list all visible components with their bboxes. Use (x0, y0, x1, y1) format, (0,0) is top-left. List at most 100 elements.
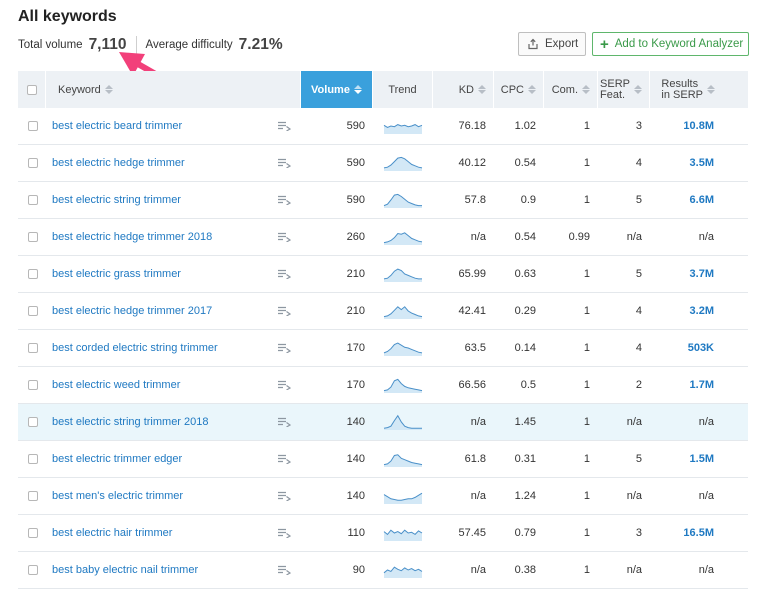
keywords-table: Keyword Volume Trend KD CPC Com. SERP Fe… (18, 71, 748, 589)
row-select[interactable] (18, 441, 46, 477)
row-select[interactable] (18, 478, 46, 514)
table-row: best electric hedge trimmer 2017 210 42.41… (18, 293, 748, 330)
com-column-label: Com. (551, 83, 578, 96)
serp-button[interactable] (268, 515, 301, 551)
serp-button[interactable] (268, 330, 301, 366)
serp-button[interactable] (268, 182, 301, 218)
keyword-link[interactable]: best corded electric string trimmer (46, 342, 218, 354)
row-checkbox[interactable] (28, 417, 38, 427)
keyword-link[interactable]: best electric trimmer edger (46, 453, 182, 465)
row-select[interactable] (18, 515, 46, 551)
serp-button[interactable] (268, 404, 301, 440)
table-row: best electric weed trimmer 170 66.56 0.5 1 2 1… (18, 367, 748, 404)
keyword-link[interactable]: best electric grass trimmer (46, 268, 181, 280)
keyword-link[interactable]: best baby electric nail trimmer (46, 564, 198, 576)
serp-button[interactable] (268, 441, 301, 477)
serp-button[interactable] (268, 367, 301, 403)
trend-sparkline (383, 378, 423, 393)
row-checkbox[interactable] (28, 195, 38, 205)
serp-button[interactable] (268, 108, 301, 144)
keyword-link[interactable]: best electric hair trimmer (46, 527, 172, 539)
serp-button[interactable] (268, 552, 301, 588)
export-button[interactable]: Export (518, 32, 586, 56)
table-row: best electric hair trimmer 110 57.45 0.79 1 3… (18, 515, 748, 552)
trend-cell (373, 404, 433, 440)
results-cell[interactable]: 3.5M (690, 157, 714, 169)
trend-area (384, 157, 422, 171)
keyword-link[interactable]: best electric hedge trimmer 2018 (46, 231, 212, 243)
header-com[interactable]: Com. (544, 71, 598, 108)
serp-button[interactable] (268, 145, 301, 181)
serp-list-icon (278, 491, 291, 501)
row-checkbox[interactable] (28, 158, 38, 168)
header-keyword[interactable]: Keyword (46, 71, 301, 108)
keyword-link[interactable]: best men's electric trimmer (46, 490, 183, 502)
row-checkbox[interactable] (28, 380, 38, 390)
serp-button[interactable] (268, 219, 301, 255)
volume-cell: 260 (346, 231, 365, 243)
select-all-checkbox[interactable] (26, 84, 37, 95)
keyword-link[interactable]: best electric beard trimmer (46, 120, 182, 132)
row-select[interactable] (18, 293, 46, 329)
header-results[interactable]: Results in SERP (650, 71, 722, 108)
results-cell[interactable]: 10.8M (683, 120, 714, 132)
row-checkbox[interactable] (28, 528, 38, 538)
row-checkbox[interactable] (28, 565, 38, 575)
header-volume[interactable]: Volume (301, 71, 373, 108)
trend-cell (373, 108, 433, 144)
keyword-link[interactable]: best electric weed trimmer (46, 379, 180, 391)
keyword-link[interactable]: best electric hedge trimmer 2017 (46, 305, 212, 317)
row-checkbox[interactable] (28, 454, 38, 464)
row-select[interactable] (18, 256, 46, 292)
com-cell: 1 (583, 527, 590, 539)
row-checkbox[interactable] (28, 491, 38, 501)
serp-cell: 5 (635, 194, 642, 206)
trend-cell (373, 293, 433, 329)
serp-list-icon (278, 195, 291, 205)
row-checkbox[interactable] (28, 269, 38, 279)
serp-list-icon (278, 121, 291, 131)
header-kd[interactable]: KD (433, 71, 494, 108)
row-select[interactable] (18, 330, 46, 366)
row-select[interactable] (18, 404, 46, 440)
header-select-all[interactable] (18, 71, 46, 108)
plus-icon: + (600, 35, 609, 53)
row-select[interactable] (18, 367, 46, 403)
trend-sparkline (383, 492, 423, 504)
serp-button[interactable] (268, 256, 301, 292)
row-checkbox[interactable] (28, 306, 38, 316)
keyword-link[interactable]: best electric hedge trimmer (46, 157, 185, 169)
row-checkbox[interactable] (28, 232, 38, 242)
results-cell[interactable]: 1.5M (690, 453, 714, 465)
serp-list-icon (278, 343, 291, 353)
row-select[interactable] (18, 219, 46, 255)
keyword-link[interactable]: best electric string trimmer (46, 194, 181, 206)
results-cell[interactable]: 6.6M (690, 194, 714, 206)
row-select[interactable] (18, 182, 46, 218)
volume-cell: 590 (346, 194, 365, 206)
row-checkbox[interactable] (28, 121, 38, 131)
results-cell[interactable]: 3.2M (690, 305, 714, 317)
cpc-cell: 0.9 (520, 194, 536, 206)
results-cell[interactable]: 1.7M (690, 379, 714, 391)
results-cell[interactable]: 3.7M (690, 268, 714, 280)
row-select[interactable] (18, 552, 46, 588)
add-to-keyword-analyzer-button[interactable]: + Add to Keyword Analyzer (592, 32, 749, 56)
results-cell[interactable]: 16.5M (683, 527, 714, 539)
header-cpc[interactable]: CPC (494, 71, 544, 108)
cpc-cell: 0.29 (514, 305, 536, 317)
trend-cell (373, 219, 433, 255)
header-trend: Trend (373, 71, 433, 108)
results-cell[interactable]: 503K (688, 342, 714, 354)
serp-button[interactable] (268, 293, 301, 329)
header-serp-features[interactable]: SERP Feat. (598, 71, 650, 108)
row-select[interactable] (18, 145, 46, 181)
serp-button[interactable] (268, 478, 301, 514)
row-select[interactable] (18, 108, 46, 144)
cpc-cell: 1.02 (514, 120, 536, 132)
keyword-link[interactable]: best electric string trimmer 2018 (46, 416, 209, 428)
serp-cell: n/a (626, 231, 642, 243)
sort-icon (582, 85, 590, 94)
com-cell: 0.99 (568, 231, 590, 243)
row-checkbox[interactable] (28, 343, 38, 353)
